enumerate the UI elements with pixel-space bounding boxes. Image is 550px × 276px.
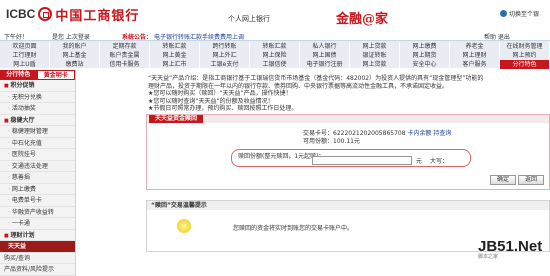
tab-branch-special[interactable]: 分行特色 (0, 70, 37, 80)
menu-item[interactable]: 网上预约 (500, 51, 550, 60)
confirm-button[interactable]: 确定 (490, 175, 517, 185)
logo-mark-icon (38, 7, 53, 21)
sidebar-item[interactable]: 无积分兑换 (0, 92, 75, 103)
app-root: ICBC 中国工商银行 个人网上银行 金融@家 切换至个银 下午好！ 是您 上次… (0, 0, 550, 276)
menu-item[interactable]: 定期存款 (100, 42, 150, 51)
sidebar-group[interactable]: 稳健大厅 (0, 115, 75, 126)
intro-line: ★节假日可照常办理，预约购买、赎回按照工作日处理。 (148, 105, 298, 113)
brand-title: 金融@家 (336, 12, 389, 27)
menu-item[interactable]: 网上汇市 (150, 60, 200, 69)
menu-row-2: 工行理财 网上基金 账户贵金属 网上黄金 网上外汇 网上保险 网上国债 银证转账 网上期货 网上理… (0, 51, 550, 60)
menu-item[interactable]: 工银信使 (250, 60, 300, 69)
menu-row-3: 网上U盾 缴费站 信用卡服务 网上汇市 工银e支付 工银信使 电子银行注册 网上贷款 安全中心客… (0, 60, 550, 69)
top-links[interactable]: 帮助 退出 (484, 32, 510, 41)
bank-logo[interactable]: ICBC 中国工商银行 (6, 6, 140, 24)
intro-line: ★您可以随时购买（赎回）“天天益”产品，操作快捷！ (148, 90, 292, 98)
panel-header: 天天益资金赎回 (147, 115, 549, 123)
sidebar-item[interactable]: 慈善捐 (0, 172, 75, 184)
amount-highlight: 赎回份额(整元赎回，1元起赎)： 元 大写： (231, 149, 471, 167)
sidebar-item[interactable]: 产品资料/风险提示 (0, 264, 75, 276)
menu-item[interactable]: 账户贵金属 (100, 51, 150, 60)
menu-item[interactable]: 转账汇款 (250, 42, 300, 51)
switch-label: 切换至个银 (509, 11, 540, 18)
menu-item[interactable]: 银证转账 (350, 51, 400, 60)
menu-item[interactable]: 网上国债 (300, 51, 350, 60)
switch-icon (500, 10, 507, 17)
menu-item[interactable]: 信用卡服务 (100, 60, 150, 69)
menu-item[interactable]: 安全中心 (400, 60, 450, 69)
tab-gold-card[interactable]: 黄金明卡 (36, 70, 75, 80)
watermark: JB51.Net 脚本之家 (478, 238, 542, 260)
switch-link[interactable]: 切换至个银 (500, 9, 539, 18)
slogan: 个人网上银行 (228, 15, 270, 23)
main-menu: 欢迎页面 我的账户 定期存款 转账汇款 跨行转账 转账汇款 私人银行 网上贷款 网上缴费 养老金在… (0, 41, 550, 69)
tip-title: “赎回”交易温馨提示 (151, 202, 207, 209)
menu-item[interactable]: 网上期货 (400, 51, 450, 60)
menu-item[interactable]: 跨行转账 (200, 42, 250, 51)
menu-item[interactable]: 网上外汇 (200, 51, 250, 60)
menu-item[interactable]: 工行理财 (0, 51, 50, 60)
menu-row-1: 欢迎页面 我的账户 定期存款 转账汇款 跨行转账 转账汇款 私人银行 网上贷款 网上缴费 养老金在… (0, 42, 550, 51)
menu-item[interactable]: 电子银行注册 (300, 60, 350, 69)
menu-item[interactable]: 养老金 (450, 42, 500, 51)
redeem-amount-input[interactable] (312, 156, 412, 165)
sidebar-list: 积分促销无积分兑换活动抽奖稳健大厅稳健理财管理中石化充值医院挂号交通违法处理慈善… (0, 80, 75, 276)
menu-item[interactable]: 欢迎页面 (0, 42, 50, 51)
product-intro: “天天益”产品介绍：是指工商银行基于工银瑞信货币市场基金（基金代码：482002… (148, 75, 548, 113)
menu-item[interactable]: 在线财务管理 (500, 42, 550, 51)
panel-title: 天天益资金赎回 (149, 115, 204, 123)
greeting: 下午好！ (4, 34, 29, 41)
menu-item[interactable]: 网上U盾 (0, 60, 50, 69)
menu-item[interactable]: 我的账户 (50, 42, 100, 51)
lightbulb-icon (177, 219, 191, 233)
notice-prefix: 系统公告： (122, 34, 153, 41)
menu-item[interactable]: 网上保险 (250, 51, 300, 60)
menu-item[interactable]: 转账汇款 (150, 42, 200, 51)
sidebar-item[interactable]: 中石化充值 (0, 138, 75, 149)
sidebar-item[interactable]: 华融资产收益转 (0, 207, 75, 218)
system-notice[interactable]: 系统公告： 电子银行转账汇款手续费费用上调 (122, 32, 244, 41)
sidebar-item[interactable]: 一卡通 (0, 218, 75, 230)
tip-text: 您赎回的资金将实时到账您的交易卡账户中。 (233, 225, 354, 232)
tip-header: “赎回”交易温馨提示 (147, 201, 549, 210)
header: ICBC 中国工商银行 个人网上银行 金融@家 切换至个银 (0, 0, 550, 30)
sidebar-tabs: 分行特色 黄金明卡 (0, 70, 75, 80)
menu-item[interactable]: 客户服务 (450, 60, 500, 69)
sidebar-item[interactable]: 天天益 (0, 241, 75, 253)
sidebar-group[interactable]: 积分促销 (0, 80, 75, 92)
sidebar-item[interactable]: 购买/查询 (0, 253, 75, 264)
user-bar: 下午好！ 是您 上次登录 系统公告： 电子银行转账汇款手续费费用上调 帮助 退出 (0, 30, 550, 41)
logo-cn: 中国工商银行 (55, 8, 140, 24)
menu-item[interactable]: 网上黄金 (150, 51, 200, 60)
menu-item[interactable]: 网上基金 (50, 51, 100, 60)
menu-item[interactable]: 分行特色 (500, 60, 550, 69)
menu-item[interactable]: 网上贷款 (350, 42, 400, 51)
sidebar: 分行特色 黄金明卡 积分促销无积分兑换活动抽奖稳健大厅稳健理财管理中石化充值医院… (0, 70, 76, 276)
sidebar-item[interactable]: 交通违法处理 (0, 161, 75, 172)
sidebar-item[interactable]: 网上缴费 (0, 184, 75, 195)
intro-line: “天天益”产品介绍：是指工商银行基于工银瑞信货币市场基金（基金代码：482002… (148, 75, 484, 82)
sidebar-item[interactable]: 电费单号卡 (0, 195, 75, 207)
amount-capital-label: 大写： (430, 158, 449, 165)
sidebar-item[interactable]: 活动抽奖 (0, 103, 75, 115)
login-info: 是您 上次登录 (52, 34, 90, 41)
balance-query-link[interactable]: 卡内余额 持查询 (407, 130, 451, 137)
menu-item[interactable]: 缴费站 (50, 60, 100, 69)
back-button[interactable]: 返回 (518, 175, 545, 185)
menu-item[interactable]: 网上贷款 (350, 60, 400, 69)
menu-item[interactable]: 私人银行 (300, 42, 350, 51)
menu-item[interactable]: 网上缴费 (400, 42, 450, 51)
notice-text: 电子银行转账汇款手续费费用上调 (153, 34, 244, 41)
available-share: 可用份额：100.11元 (303, 138, 360, 145)
menu-item[interactable]: 工银e支付 (200, 60, 250, 69)
sidebar-group[interactable]: 理财计划 (0, 230, 75, 241)
sidebar-item[interactable]: 稳健理财管理 (0, 126, 75, 138)
menu-item[interactable]: 网上理财 (450, 51, 500, 60)
sidebar-item[interactable]: 医院挂号 (0, 149, 75, 161)
logo-en: ICBC (6, 7, 36, 21)
amount-unit: 元 (416, 158, 423, 165)
